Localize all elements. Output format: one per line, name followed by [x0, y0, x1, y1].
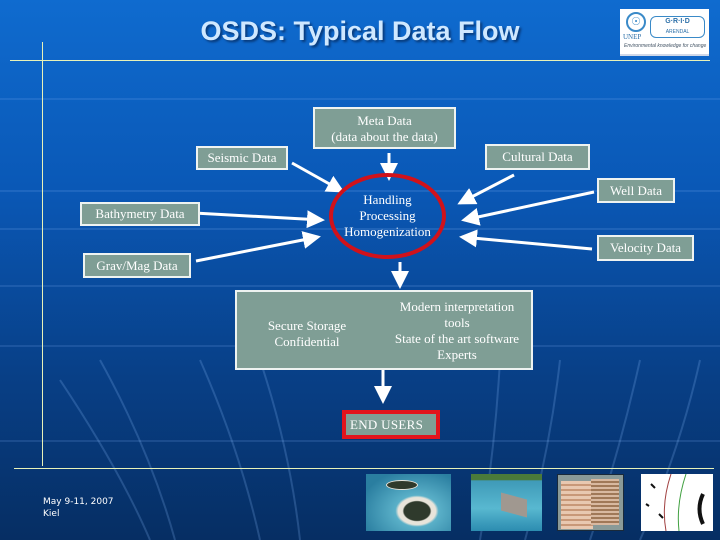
footer-location: Kiel: [43, 509, 60, 519]
seismic-face-left: [561, 481, 593, 529]
bathymetry-data-box: Bathymetry Data: [80, 202, 200, 226]
cultural-data-box: Cultural Data: [485, 144, 590, 170]
storage-and-tools-box: Secure Storage Confidential Modern inter…: [235, 290, 533, 370]
data-block-shape: [501, 492, 527, 518]
processing-center-node: Handling Processing Homogenization: [329, 173, 446, 259]
arrow-velocity-to-center: [459, 229, 593, 251]
footer-date: May 9-11, 2007: [43, 497, 114, 507]
seismic-data-box: Seismic Data: [196, 146, 288, 170]
arrow-cultural-to-center: [457, 173, 515, 205]
contour-map: [641, 473, 713, 532]
well-data-box: Well Data: [597, 178, 675, 203]
island-shape: [386, 480, 418, 490]
storage-text: Secure Storage Confidential: [267, 318, 347, 349]
arrow-bathymetry-to-center: [193, 210, 325, 229]
end-users-box: END USERS: [342, 410, 440, 439]
meta-data-box: Meta Data (data about the data): [313, 107, 456, 149]
arrow-well-to-center: [461, 190, 595, 226]
contour-lines: [645, 473, 705, 532]
seismic-section-cube: [557, 474, 624, 531]
arrow-gravmag-to-center: [195, 231, 321, 263]
arrow-seismic-to-center: [291, 161, 345, 193]
seismic-face-right: [591, 479, 619, 525]
footer: May 9-11, 2007 Kiel: [43, 496, 114, 520]
velocity-data-box: Velocity Data: [597, 235, 694, 261]
atoll-aerial-photo: [366, 474, 451, 531]
tools-text: Modern interpretation tools State of the…: [394, 299, 520, 362]
seafloor-3d-render: [471, 474, 542, 531]
gravmag-data-box: Grav/Mag Data: [83, 253, 191, 278]
